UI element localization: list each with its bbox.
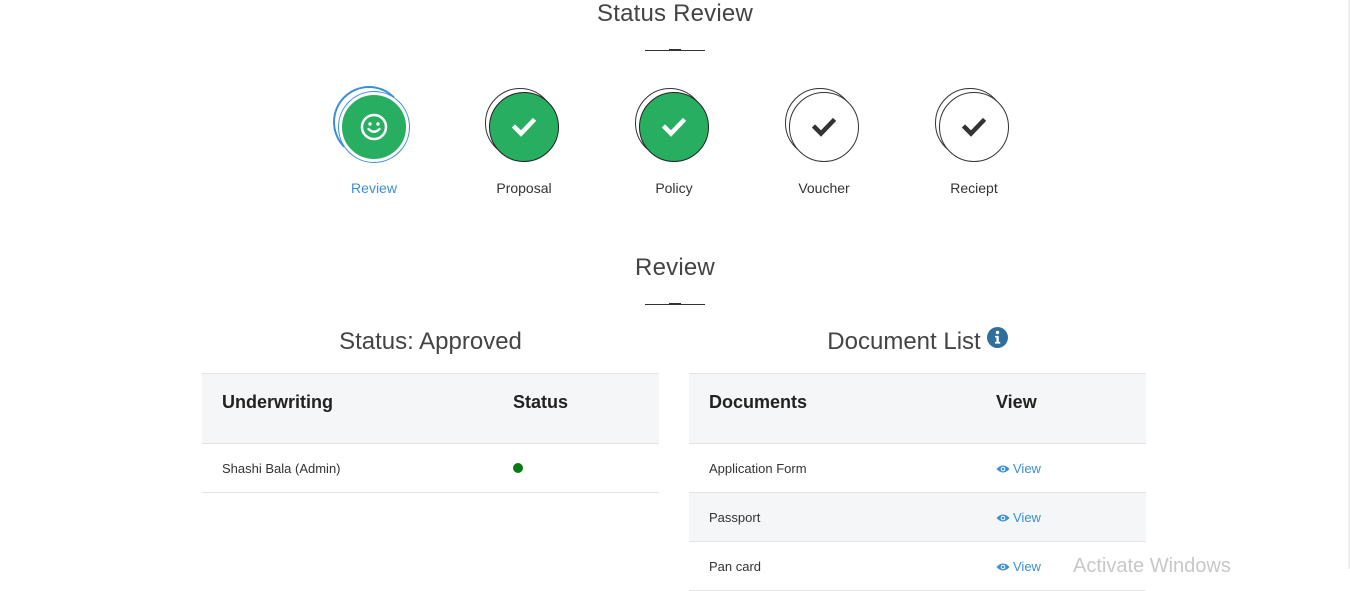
activate-windows-watermark: Activate Windows — [1073, 555, 1231, 577]
table-row: Application Form View — [689, 444, 1146, 493]
status-panel-title: Status: Approved — [339, 328, 522, 355]
document-panel-title-wrap: Document List — [689, 326, 1146, 356]
step-review[interactable]: Review — [314, 86, 434, 196]
step-label: Proposal — [496, 180, 552, 196]
check-icon — [811, 117, 837, 137]
title-divider — [645, 49, 705, 51]
review-title: Review — [635, 254, 715, 281]
page-title: Status Review — [597, 0, 753, 27]
table-header: Documents View — [689, 374, 1146, 444]
check-icon — [661, 117, 687, 137]
column-header-status: Status — [513, 392, 569, 412]
smile-icon — [360, 113, 388, 141]
step-circle — [639, 92, 709, 162]
step-reciept[interactable]: Reciept — [914, 88, 1034, 196]
check-icon — [511, 117, 537, 137]
step-policy[interactable]: Policy — [614, 88, 734, 196]
view-link-label: View — [1013, 559, 1041, 574]
step-circle — [939, 92, 1009, 162]
column-header-documents: Documents — [709, 392, 808, 412]
eye-icon — [996, 514, 1010, 521]
view-link-label: View — [1013, 510, 1041, 525]
view-link-label: View — [1013, 461, 1041, 476]
column-header-underwriting: Underwriting — [222, 392, 333, 412]
step-label: Reciept — [950, 180, 998, 196]
review-divider — [645, 303, 705, 305]
step-label: Policy — [655, 180, 693, 196]
underwriter-name: Shashi Bala (Admin) — [222, 461, 341, 476]
table-row: Shashi Bala (Admin) — [202, 444, 659, 493]
underwriting-table: Underwriting Status Shashi Bala (Admin) — [202, 373, 659, 493]
step-circle — [789, 92, 859, 162]
step-label: Review — [351, 180, 397, 196]
table-row: Passport View — [689, 493, 1146, 542]
view-link[interactable]: View — [996, 510, 1041, 525]
document-name: Pan card — [709, 559, 762, 574]
document-panel-title: Document List — [827, 328, 981, 355]
view-link[interactable]: View — [996, 559, 1041, 574]
view-link[interactable]: View — [996, 461, 1041, 476]
document-name: Passport — [709, 510, 761, 525]
step-circle — [489, 92, 559, 162]
eye-icon — [996, 563, 1010, 570]
check-icon — [961, 117, 987, 137]
column-header-view: View — [996, 392, 1037, 412]
document-name: Application Form — [709, 461, 807, 476]
status-stepper: Review Proposal Policy Voucher Reciept — [0, 86, 1350, 208]
step-proposal[interactable]: Proposal — [464, 88, 584, 196]
step-voucher[interactable]: Voucher — [764, 88, 884, 196]
step-label: Voucher — [798, 180, 850, 196]
info-icon[interactable] — [986, 326, 1008, 355]
step-circle — [339, 92, 409, 162]
table-header: Underwriting Status — [202, 374, 659, 444]
status-indicator — [513, 463, 523, 473]
eye-icon — [996, 465, 1010, 472]
